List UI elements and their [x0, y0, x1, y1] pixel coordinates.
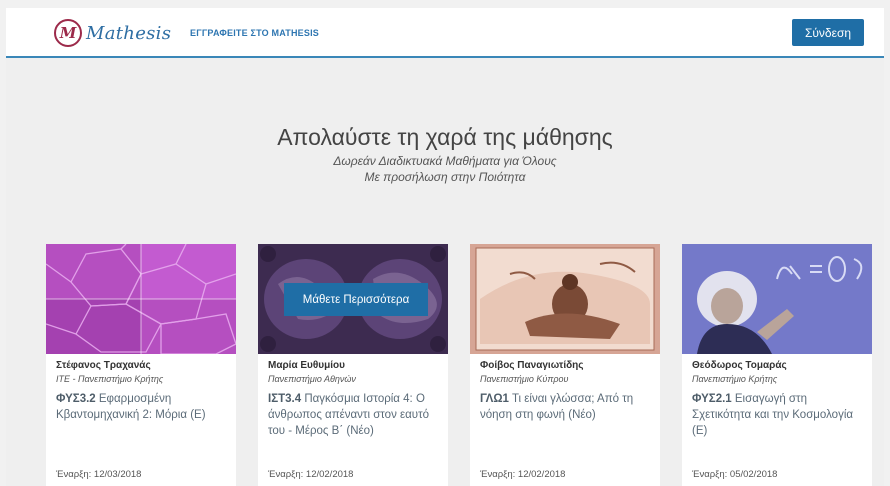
course-card[interactable]: Στέφανος Τραχανάς ΙΤΕ - Πανεπιστήμιο Κρή… [46, 244, 236, 486]
top-header: M Mathesis ΕΓΓΡΑΦΕΙΤΕ ΣΤΟ MATHESIS Σύνδε… [6, 8, 884, 58]
course-image-molecules [46, 244, 236, 354]
course-title-link[interactable]: ΦΥΣ3.2 Εφαρμοσμένη Κβαντομηχανική 2: Μόρ… [56, 391, 232, 423]
course-title-link[interactable]: ΓΛΩ1 Τι είναι γλώσσα; Από τη νόηση στη φ… [480, 391, 656, 423]
course-card[interactable]: Θεόδωρος Τομαράς Πανεπιστήμιο Κρήτης ΦΥΣ… [682, 244, 872, 486]
course-instructor: Στέφανος Τραχανάς [56, 360, 151, 371]
register-link[interactable]: ΕΓΓΡΑΦΕΙΤΕ ΣΤΟ MATHESIS [190, 28, 319, 38]
course-instructor: Θεόδωρος Τομαράς [692, 360, 787, 371]
course-institution: Πανεπιστήμιο Αθηνών [268, 374, 356, 384]
login-button[interactable]: Σύνδεση [792, 19, 864, 46]
hero-subtitle-1: Δωρεάν Διαδικτυακά Μαθήματα για Όλους [333, 154, 557, 168]
hero-subtitle-2: Με προσήλωση στην Ποιότητα [364, 170, 526, 184]
course-code: ΦΥΣ3.2 [56, 393, 96, 405]
course-instructor: Φοίβος Παναγιωτίδης [480, 360, 584, 371]
course-start-date: Έναρξη: 05/02/2018 [692, 469, 778, 480]
learn-more-button[interactable]: Μάθετε Περισσότερα [284, 283, 428, 316]
course-image-map: Μάθετε Περισσότερα [258, 244, 448, 354]
course-image-painting [470, 244, 660, 354]
course-start-date: Έναρξη: 12/02/2018 [480, 469, 566, 480]
course-instructor: Μαρία Ευθυμίου [268, 360, 345, 371]
page-frame: M Mathesis ΕΓΓΡΑΦΕΙΤΕ ΣΤΟ MATHESIS Σύνδε… [6, 8, 884, 486]
course-institution: Πανεπιστήμιο Κύπρου [480, 374, 569, 384]
course-title-link[interactable]: ΦΥΣ2.1 Εισαγωγή στη Σχετικότητα και την … [692, 391, 868, 439]
course-image-einstein [682, 244, 872, 354]
course-start-date: Έναρξη: 12/03/2018 [56, 469, 142, 480]
logo-text: Mathesis [86, 22, 172, 44]
logo-mark-icon: M [54, 19, 82, 47]
course-title-link[interactable]: ΙΣΤ3.4 Παγκόσμια Ιστορία 4: Ο άνθρωπος α… [268, 391, 444, 439]
course-card[interactable]: Μάθετε Περισσότερα Μαρία Ευθυμίου Πανεπι… [258, 244, 448, 486]
course-start-date: Έναρξη: 12/02/2018 [268, 469, 354, 480]
course-institution: Πανεπιστήμιο Κρήτης [692, 374, 778, 384]
course-card[interactable]: Φοίβος Παναγιωτίδης Πανεπιστήμιο Κύπρου … [470, 244, 660, 486]
course-code: ΓΛΩ1 [480, 393, 509, 405]
hero-title: Απολαύστε τη χαρά της μάθησης [277, 124, 613, 150]
course-code: ΦΥΣ2.1 [692, 393, 732, 405]
mathesis-logo[interactable]: M Mathesis [54, 18, 171, 48]
course-institution: ΙΤΕ - Πανεπιστήμιο Κρήτης [56, 374, 164, 384]
course-code: ΙΣΤ3.4 [268, 393, 302, 405]
